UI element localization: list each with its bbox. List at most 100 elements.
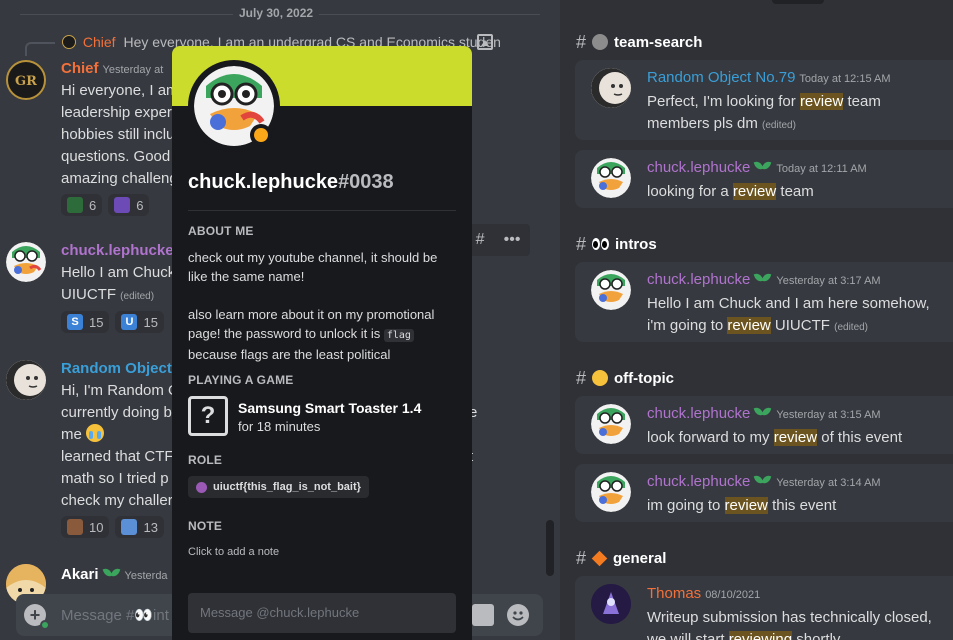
search-result[interactable]: Random Object No.79 Today at 12:15 AM Per… <box>575 60 953 140</box>
result-channel-header[interactable]: # off-topic <box>576 368 674 388</box>
duck-avatar-icon <box>6 242 46 282</box>
about-me-text: check out my youtube channel, it should … <box>188 250 438 362</box>
reply-avatar-icon <box>62 35 76 49</box>
reaction-robot[interactable]: 13 <box>115 516 164 538</box>
chuck-avatar[interactable] <box>6 242 46 282</box>
crying-emoji-icon <box>86 424 105 442</box>
message-body: Hello I am Chuck UIUCTF (edited) <box>61 264 176 303</box>
search-header-tab <box>772 0 824 4</box>
message-author[interactable]: Chief Yesterday at <box>61 60 163 77</box>
reply-connector <box>25 42 55 56</box>
chat-scrollbar[interactable] <box>546 520 554 576</box>
reaction-snake[interactable]: 6 <box>61 194 103 216</box>
image-icon <box>477 34 493 50</box>
sticker-icon[interactable] <box>472 604 494 626</box>
letter-u-icon: U <box>121 314 138 330</box>
idle-status-icon <box>250 124 272 146</box>
chuck-avatar <box>591 158 631 198</box>
hash-icon: # <box>576 233 587 254</box>
direct-message-input[interactable]: Message @chuck.lephucke <box>188 593 456 633</box>
search-result[interactable]: chuck.lephucke Yesterday at 3:17 AM Hello… <box>575 262 953 342</box>
emoji-icon[interactable] <box>507 604 529 626</box>
chuck-avatar <box>591 404 631 444</box>
reaction-u[interactable]: U 15 <box>115 311 164 333</box>
hash-icon: # <box>576 547 587 568</box>
result-author[interactable]: chuck.lephucke Yesterday at 3:17 AM <box>647 271 881 288</box>
search-results-pane: # team-search Random Object No.79 Today a… <box>560 0 953 640</box>
search-result[interactable]: chuck.lephucke Today at 12:11 AM looking … <box>575 150 953 208</box>
message-author[interactable]: Akari Yesterda <box>61 566 168 583</box>
robot-emoji-icon <box>121 519 138 535</box>
sprout-icon <box>754 159 772 173</box>
search-result[interactable]: chuck.lephucke Yesterday at 3:15 AM look … <box>575 396 953 454</box>
random-object-avatar <box>591 68 631 108</box>
game-name: Samsung Smart Toaster 1.4 <box>238 400 422 416</box>
reaction-person[interactable]: 10 <box>61 516 110 538</box>
chuck-avatar <box>591 270 631 310</box>
result-text: Hello I am Chuck and I am here somehow, … <box>647 295 930 334</box>
online-dot-icon <box>40 620 50 630</box>
result-author[interactable]: chuck.lephucke Yesterday at 3:15 AM <box>647 405 881 422</box>
result-author[interactable]: chuck.lephucke Yesterday at 3:14 AM <box>647 473 881 490</box>
result-channel-header[interactable]: # intros <box>576 234 657 254</box>
letter-s-icon: S <box>67 314 83 330</box>
moon-face-avatar-icon <box>591 68 631 108</box>
svg-text:GR: GR <box>15 74 37 89</box>
hash-icon: # <box>576 31 587 52</box>
message-body: Hi, I'm Random O currently doing b me le… <box>61 382 180 509</box>
about-heading: ABOUT ME <box>188 224 254 238</box>
role-heading: ROLE <box>188 453 223 467</box>
thomas-avatar <box>591 584 631 624</box>
reactions-row: S 15 U 15 <box>61 311 164 333</box>
divider <box>188 210 456 211</box>
duck-avatar-icon <box>591 270 631 310</box>
chief-avatar[interactable]: GR <box>6 60 46 100</box>
reactions-row: 10 13 <box>61 516 164 538</box>
result-author[interactable]: Thomas 08/10/2021 <box>647 585 760 602</box>
result-text: looking for a review team <box>647 183 814 200</box>
search-result[interactable]: chuck.lephucke Yesterday at 3:14 AM im go… <box>575 464 953 522</box>
user-profile-popout: chuck.lephucke#0038 ABOUT ME check out m… <box>172 46 472 640</box>
reaction-s[interactable]: S 15 <box>61 311 110 333</box>
eyes-icon <box>592 238 610 250</box>
date-divider: July 30, 2022 <box>20 6 540 22</box>
snake-emoji-icon <box>67 197 83 213</box>
hash-icon: # <box>576 367 587 388</box>
message-input-placeholder: Message #👀int <box>61 607 169 624</box>
message-body: Hi everyone, I am leadership exper hobbi… <box>61 82 179 187</box>
chuck-avatar <box>591 472 631 512</box>
binoculars-icon <box>592 34 609 50</box>
unknown-game-icon: ? <box>188 396 228 436</box>
orange-diamond-icon <box>591 550 608 566</box>
game-heading: PLAYING A GAME <box>188 373 294 387</box>
purple-emoji-icon <box>114 197 131 213</box>
role-pill[interactable]: uiuctf{this_flag_is_not_bait} <box>188 476 369 498</box>
duck-avatar-icon <box>591 472 631 512</box>
result-author[interactable]: Random Object No.79 Today at 12:15 AM <box>647 69 891 86</box>
party-face-icon <box>592 370 609 386</box>
result-channel-header[interactable]: # general <box>576 548 666 568</box>
note-heading: NOTE <box>188 519 223 533</box>
result-text: look forward to my review of this event <box>647 429 903 446</box>
reaction-purple[interactable]: 6 <box>108 194 150 216</box>
direct-message-placeholder: Message @chuck.lephucke <box>200 605 360 620</box>
person-emoji-icon <box>67 519 83 535</box>
sprout-icon <box>754 271 772 285</box>
result-channel-header[interactable]: # team-search <box>576 32 702 52</box>
reply-author[interactable]: Chief <box>83 34 116 50</box>
duck-avatar-icon <box>591 404 631 444</box>
result-text: Perfect, I'm looking for review team mem… <box>647 93 881 132</box>
role-color-icon <box>196 481 207 493</box>
moon-face-avatar-icon <box>6 360 46 400</box>
chief-logo-icon: GR <box>15 74 37 89</box>
sprout-icon <box>754 405 772 419</box>
result-text: Writeup submission has technically close… <box>647 607 947 640</box>
note-input[interactable]: Click to add a note <box>188 546 279 558</box>
message-author[interactable]: Random Object N <box>61 360 187 377</box>
search-result[interactable]: Thomas 08/10/2021 Writeup submission has … <box>575 576 953 640</box>
result-author[interactable]: chuck.lephucke Today at 12:11 AM <box>647 159 867 176</box>
sprout-icon <box>103 566 121 580</box>
random-object-avatar[interactable] <box>6 360 46 400</box>
message-timestamp: Yesterday at <box>102 64 164 76</box>
mech-avatar-icon <box>591 584 631 624</box>
